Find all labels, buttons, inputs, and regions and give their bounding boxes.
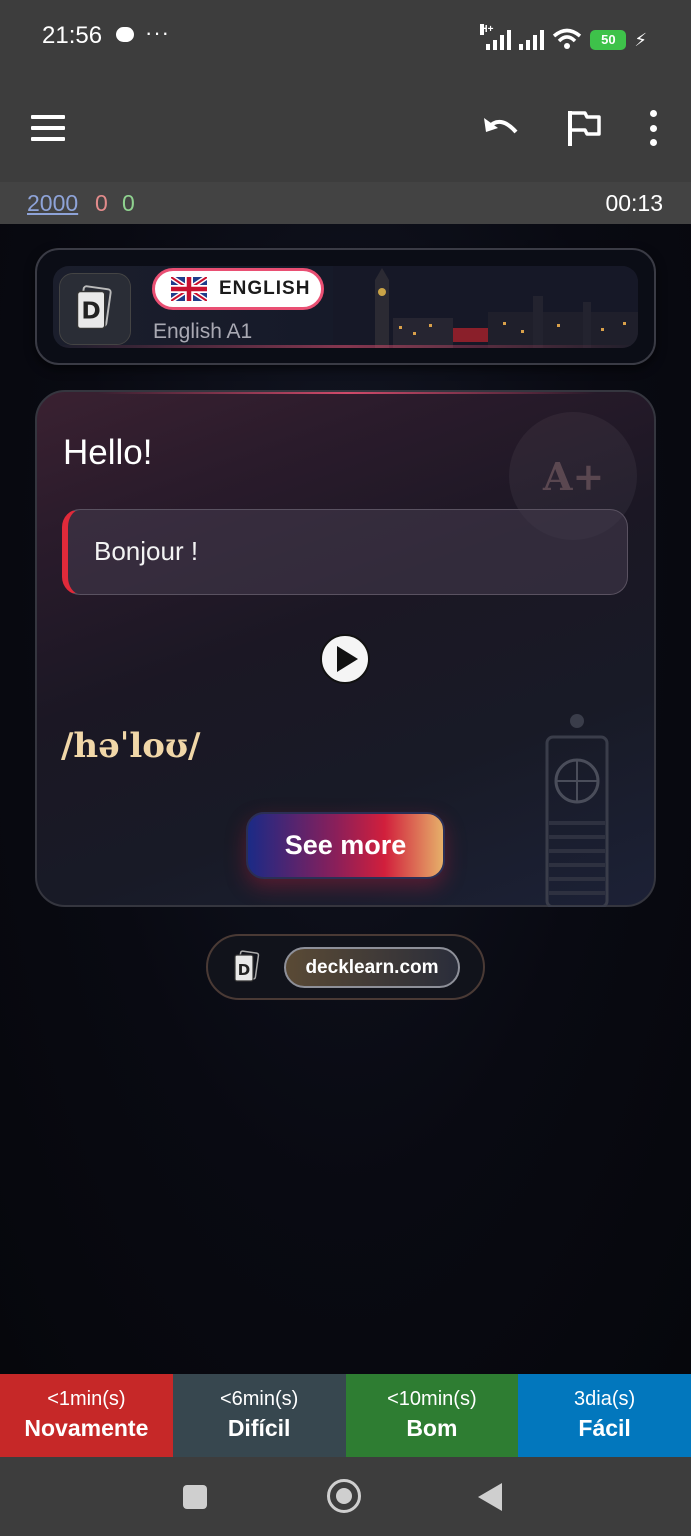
answer-easy-button[interactable]: 3dia(s) Fácil xyxy=(518,1374,691,1457)
counts-bar: 2000 0 0 00:13 xyxy=(0,182,691,224)
deck-banner xyxy=(53,266,638,348)
flag-icon[interactable] xyxy=(565,108,603,148)
home-icon[interactable] xyxy=(327,1479,361,1513)
translation-text: Bonjour ! xyxy=(94,536,199,566)
answer-good-button[interactable]: <10min(s) Bom xyxy=(345,1374,519,1457)
status-icons: H+ 50 ⚡ xyxy=(480,22,647,50)
battery-icon: 50 xyxy=(590,30,627,50)
see-more-button[interactable]: See more xyxy=(246,812,445,879)
answer-hard-button[interactable]: <6min(s) Difícil xyxy=(172,1374,346,1457)
answer-easy-interval: 3dia(s) xyxy=(574,1388,636,1410)
cell-signal-icon: H+ xyxy=(480,24,512,50)
decklearn-link[interactable]: decklearn.com xyxy=(284,947,460,988)
network-type-label: H+ xyxy=(480,24,494,35)
answer-hard-label: Difícil xyxy=(227,1415,291,1441)
more-notifications-icon: ··· xyxy=(145,20,170,45)
new-count: 2000 xyxy=(27,190,79,216)
answer-again-label: Novamente xyxy=(24,1415,149,1441)
svg-text:D: D xyxy=(238,961,250,979)
chat-bubble-icon xyxy=(116,27,134,42)
phonetic-transcription: /həˈloʊ/ xyxy=(61,726,201,766)
charging-icon: ⚡ xyxy=(634,30,647,50)
status-bar: 21:56 ··· H+ 50 ⚡ xyxy=(0,0,691,72)
play-icon xyxy=(337,646,358,672)
card-front-word: Hello! xyxy=(63,433,153,472)
answer-good-label: Bom xyxy=(406,1415,458,1441)
reviewer-screen: 21:56 ··· H+ 50 ⚡ 2000 0 0 00:13 D ENGLI… xyxy=(0,0,691,1536)
status-time: 21:56 xyxy=(42,22,103,49)
menu-icon[interactable] xyxy=(31,115,65,141)
answer-hard-interval: <6min(s) xyxy=(219,1388,299,1410)
answer-again-button[interactable]: <1min(s) Novamente xyxy=(0,1374,173,1457)
decklearn-logo-icon: D xyxy=(59,273,131,345)
play-audio-button[interactable] xyxy=(320,634,370,684)
language-label: ENGLISH xyxy=(219,278,311,299)
learning-count: 0 xyxy=(95,190,108,216)
app-bar xyxy=(0,72,691,182)
card-timer: 00:13 xyxy=(605,190,663,216)
back-icon[interactable] xyxy=(478,1483,502,1511)
review-count: 0 xyxy=(122,190,135,216)
wifi-icon xyxy=(553,28,582,49)
language-badge: ENGLISH xyxy=(152,268,324,310)
answer-buttons: <1min(s) Novamente <6min(s) Difícil <10m… xyxy=(0,1374,691,1457)
recent-apps-icon[interactable] xyxy=(183,1485,207,1509)
answer-again-interval: <1min(s) xyxy=(47,1388,126,1410)
answer-good-interval: <10min(s) xyxy=(387,1388,477,1410)
answer-easy-label: Fácil xyxy=(578,1415,631,1441)
system-nav-bar xyxy=(0,1457,691,1536)
cell-signal-2-icon xyxy=(519,28,545,50)
london-skyline-image xyxy=(333,266,638,348)
svg-text:D: D xyxy=(81,297,100,325)
deck-name: English A1 xyxy=(153,320,253,343)
decklearn-small-logo-icon: D xyxy=(234,950,260,982)
deck-header-card: D xyxy=(35,248,656,365)
uk-flag-icon xyxy=(171,277,207,301)
undo-icon[interactable] xyxy=(480,108,522,146)
big-ben-illustration xyxy=(545,714,609,907)
more-vert-icon[interactable] xyxy=(640,110,666,146)
